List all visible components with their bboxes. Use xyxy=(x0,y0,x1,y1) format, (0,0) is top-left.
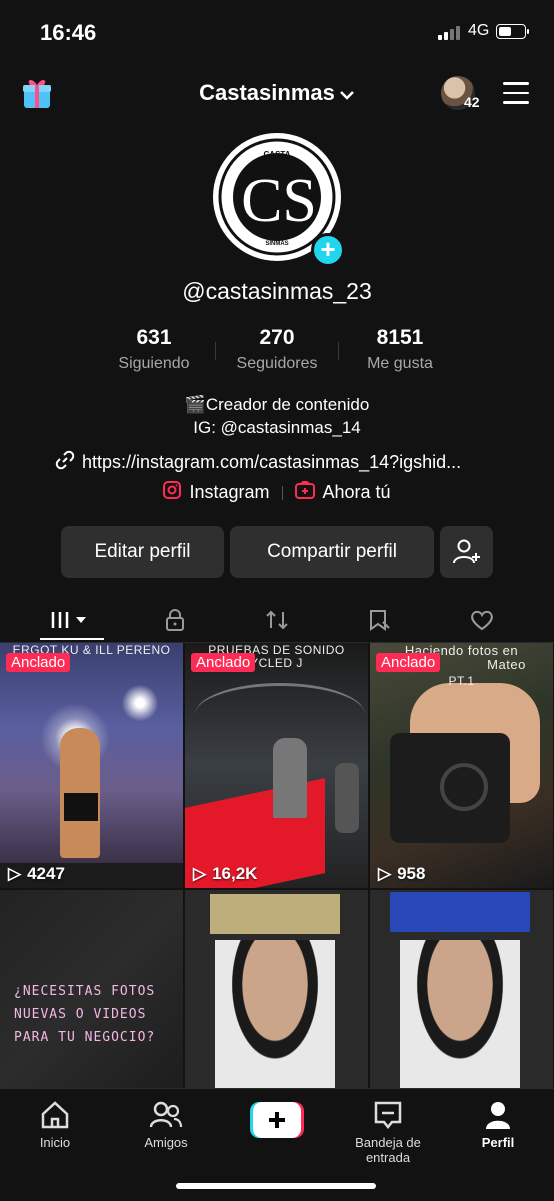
add-user-icon xyxy=(452,539,480,564)
stat-label: Seguidores xyxy=(236,355,318,372)
create-button[interactable] xyxy=(250,1102,304,1138)
stat-value: 8151 xyxy=(376,326,424,349)
nav-profile[interactable]: Perfil xyxy=(448,1099,548,1150)
tab-reposts[interactable] xyxy=(247,604,307,636)
share-profile-button[interactable]: Compartir perfil xyxy=(230,526,434,578)
instagram-icon xyxy=(163,481,182,504)
add-icon xyxy=(294,481,315,504)
nav-inbox[interactable]: Bandeja de entrada xyxy=(338,1099,438,1165)
stat-value: 270 xyxy=(259,326,295,349)
logo-bottom-text: SINMAS xyxy=(265,241,288,247)
grid-icon xyxy=(51,612,86,628)
pinned-badge: Anclado xyxy=(191,653,256,672)
nav-label: Amigos xyxy=(144,1135,188,1150)
video-thumbnail[interactable]: PRUEBAS DE SONIDO YCLED J Anclado ▷ 16,2K xyxy=(185,643,368,888)
play-icon: ▷ xyxy=(193,864,207,883)
social-links: Instagram Ahora tú xyxy=(0,481,554,504)
network-type: 4G xyxy=(468,22,490,39)
link-text: https://instagram.com/castasinmas_14?igs… xyxy=(82,452,462,472)
promo-line: ¿NECESITAS FOTOS xyxy=(14,984,156,999)
video-thumbnail[interactable]: ERGOT KU & ILL PERENO Anclado ▷ 4247 xyxy=(0,643,183,888)
stat-label: Me gusta xyxy=(367,355,433,372)
active-tab-indicator xyxy=(40,638,104,640)
tab-liked[interactable] xyxy=(452,604,512,636)
view-count: ▷ 958 xyxy=(378,864,425,884)
status-bar: 16:46 4G xyxy=(0,0,554,66)
bio-line: 🎬Creador de contenido xyxy=(184,395,370,414)
avatar-count: 42 xyxy=(464,94,480,110)
nav-home[interactable]: Inicio xyxy=(5,1099,105,1150)
stat-value: 631 xyxy=(136,326,172,349)
stat-following[interactable]: 631 Siguiendo xyxy=(94,326,214,373)
video-thumbnail[interactable] xyxy=(370,890,553,1088)
menu-icon[interactable] xyxy=(503,82,529,111)
pinned-badge: Anclado xyxy=(6,653,71,672)
video-caption: PT.1 xyxy=(448,674,475,688)
account-name: Castasinmas xyxy=(199,80,335,105)
add-friend-button[interactable] xyxy=(440,526,493,578)
promo-line: PARA TU NEGOCIO? xyxy=(14,1030,156,1045)
home-indicator xyxy=(176,1183,376,1189)
video-thumbnail[interactable]: Haciendo fotos en Anclado Mateo PT.1 ▷ 95… xyxy=(370,643,553,888)
view-count: ▷ 16,2K xyxy=(193,864,257,884)
video-thumbnail[interactable] xyxy=(185,890,368,1088)
home-icon xyxy=(5,1099,105,1131)
link-icon xyxy=(54,449,76,476)
stat-label: Siguiendo xyxy=(118,355,190,372)
stat-likes[interactable]: 8151 Me gusta xyxy=(340,326,460,373)
content-tabs xyxy=(0,600,554,643)
divider xyxy=(281,485,283,500)
play-icon: ▷ xyxy=(378,864,392,883)
repost-icon xyxy=(266,610,288,630)
tab-favorites[interactable] xyxy=(350,604,410,636)
logo-top-text: CASTA xyxy=(264,150,291,159)
battery-icon xyxy=(496,24,529,39)
view-count-value: 958 xyxy=(397,864,426,883)
profile-header: Castasinmas 42 xyxy=(0,72,554,116)
chevron-down-icon xyxy=(339,81,355,107)
view-count: ▷ 4247 xyxy=(8,864,65,884)
nav-label: Perfil xyxy=(481,1135,515,1150)
heart-icon xyxy=(471,610,493,631)
profile-handle: @castasinmas_23 xyxy=(182,278,372,304)
stat-followers[interactable]: 270 Seguidores xyxy=(217,326,337,373)
play-icon: ▷ xyxy=(8,864,22,883)
divider xyxy=(338,342,339,360)
add-story-button[interactable]: + xyxy=(311,233,345,267)
status-time: 16:46 xyxy=(40,20,97,45)
friends-icon xyxy=(116,1099,216,1131)
edit-profile-button[interactable]: Editar perfil xyxy=(61,526,224,578)
bio-line: IG: @castasinmas_14 xyxy=(193,418,361,437)
tab-private[interactable] xyxy=(145,604,205,636)
profile-link[interactable]: https://instagram.com/castasinmas_14?igs… xyxy=(54,449,461,476)
promo-text: ¿NECESITAS FOTOS NUEVAS O VIDEOS PARA TU… xyxy=(14,980,155,1049)
bookmark-icon xyxy=(370,610,390,631)
lock-icon xyxy=(166,609,184,631)
signal-icon xyxy=(438,26,460,40)
nav-label: Bandeja de entrada xyxy=(355,1135,421,1165)
inbox-icon xyxy=(338,1099,438,1131)
ahora-tu-link[interactable]: Ahora tú xyxy=(323,482,391,503)
profile-icon xyxy=(448,1099,548,1131)
video-thumbnail[interactable]: ¿NECESITAS FOTOS NUEVAS O VIDEOS PARA TU… xyxy=(0,890,183,1088)
logo-monogram: CS xyxy=(241,167,317,235)
view-count-value: 16,2K xyxy=(212,864,258,883)
nav-friends[interactable]: Amigos xyxy=(116,1099,216,1150)
instagram-link[interactable]: Instagram xyxy=(189,482,269,503)
promo-line: NUEVAS O VIDEOS xyxy=(14,1007,147,1022)
video-caption: Mateo xyxy=(487,657,526,672)
divider xyxy=(215,342,216,360)
tab-videos[interactable] xyxy=(42,604,102,636)
view-count-value: 4247 xyxy=(27,864,65,883)
nav-label: Inicio xyxy=(39,1135,71,1150)
